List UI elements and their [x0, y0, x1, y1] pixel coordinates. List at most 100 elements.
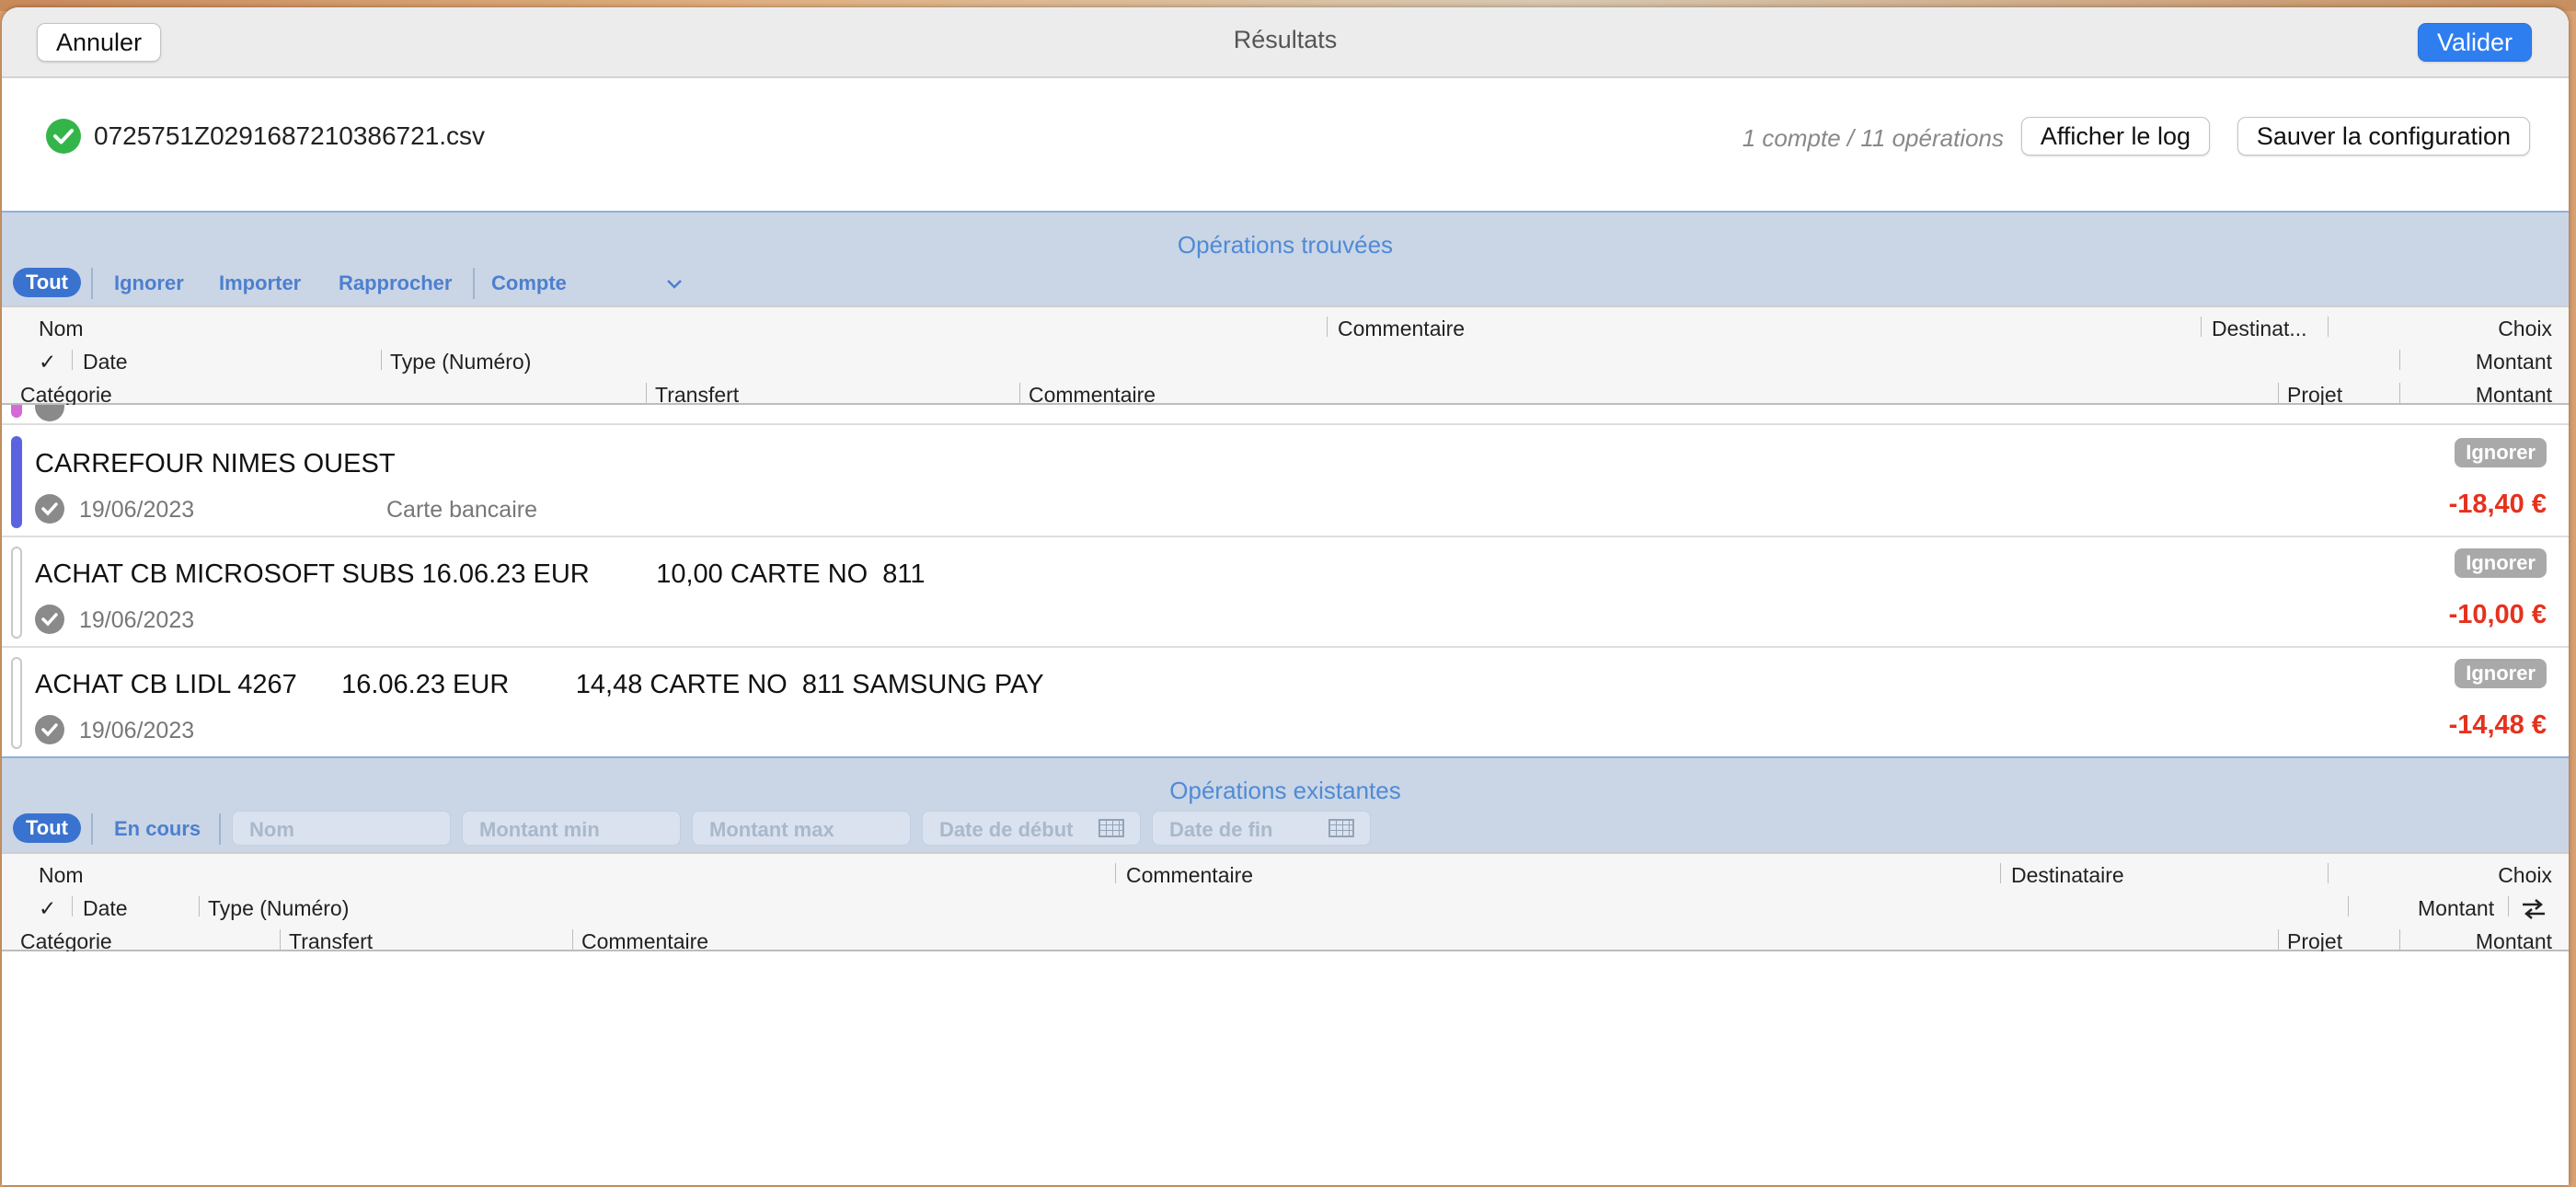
operation-amount: -18,40 € — [2448, 490, 2547, 519]
col-name[interactable]: Nom — [39, 863, 84, 888]
row-marker — [11, 405, 22, 418]
existing-section-title: Opérations existantes — [2, 756, 2569, 813]
check-icon[interactable] — [35, 715, 64, 744]
col-name[interactable]: Nom — [39, 317, 84, 341]
col-choice[interactable]: Choix — [2498, 863, 2552, 888]
separator — [2399, 383, 2400, 403]
calendar-icon[interactable] — [1328, 819, 1354, 837]
table-row[interactable]: ACHAT CB MICROSOFT SUBS 16.06.23 EUR 10,… — [2, 537, 2569, 648]
col-amount[interactable]: Montant — [2418, 896, 2494, 921]
separator — [72, 350, 73, 370]
filter-import[interactable]: Importer — [219, 271, 301, 295]
separator — [91, 813, 93, 845]
col-recipient[interactable]: Destinat... — [2212, 317, 2307, 341]
col-check[interactable]: ✓ — [39, 350, 56, 375]
show-log-button[interactable]: Afficher le log — [2020, 117, 2210, 156]
col-type[interactable]: Type (Numéro) — [208, 896, 349, 921]
account-select[interactable]: Compte — [491, 271, 567, 295]
filter-reconcile[interactable]: Rapprocher — [339, 271, 452, 295]
col-comment[interactable]: Commentaire — [1338, 317, 1465, 341]
separator — [91, 268, 93, 299]
col-recipient[interactable]: Destinataire — [2011, 863, 2124, 888]
separator — [2399, 929, 2400, 950]
col-project[interactable]: Projet — [2287, 929, 2342, 954]
name-search-field[interactable]: Nom — [232, 811, 451, 846]
check-circle-icon — [46, 119, 81, 154]
operation-date: 19/06/2023 — [79, 607, 195, 633]
separator — [219, 813, 221, 845]
separator — [2348, 896, 2349, 916]
filter-all[interactable]: Tout — [13, 268, 81, 297]
col-comment-2[interactable]: Commentaire — [1029, 383, 1156, 408]
separator — [2000, 863, 2001, 883]
filter-pending[interactable]: En cours — [114, 817, 201, 841]
existing-column-headers: Nom Commentaire Destinataire Choix ✓ Dat… — [2, 852, 2569, 954]
chevron-down-icon[interactable] — [666, 279, 683, 290]
col-check[interactable]: ✓ — [39, 896, 56, 921]
choice-badge[interactable]: Ignorer — [2455, 548, 2547, 578]
title-bar: Annuler Résultats Valider — [2, 7, 2569, 78]
file-name: 0725751Z0291687210386721.csv — [94, 121, 486, 150]
row-marker — [11, 436, 22, 528]
separator — [2328, 317, 2329, 337]
operation-date: 19/06/2023 — [79, 497, 195, 523]
separator — [2508, 896, 2509, 916]
row-marker — [11, 657, 22, 749]
col-date[interactable]: Date — [83, 896, 128, 921]
check-icon[interactable] — [35, 605, 64, 634]
separator — [473, 268, 475, 299]
choice-badge[interactable]: Ignorer — [2455, 438, 2547, 467]
operation-name: ACHAT CB MICROSOFT SUBS 16.06.23 EUR 10,… — [35, 559, 926, 589]
found-operations-list[interactable]: CARREFOUR NIMES OUEST 19/06/2023 Carte b… — [2, 405, 2569, 762]
separator — [381, 350, 382, 370]
col-amount-2[interactable]: Montant — [2476, 383, 2552, 408]
filter-all[interactable]: Tout — [13, 813, 81, 843]
row-marker — [11, 547, 22, 639]
separator — [2201, 317, 2202, 337]
col-type[interactable]: Type (Numéro) — [390, 350, 531, 375]
table-row[interactable]: CARREFOUR NIMES OUEST 19/06/2023 Carte b… — [2, 427, 2569, 537]
results-sheet: Annuler Résultats Valider 0725751Z029168… — [2, 7, 2569, 1185]
check-icon[interactable] — [35, 494, 64, 524]
file-row: 0725751Z0291687210386721.csv 1 compte / … — [2, 78, 2569, 218]
col-category[interactable]: Catégorie — [20, 929, 112, 954]
col-transfer[interactable]: Transfert — [655, 383, 739, 408]
col-amount-2[interactable]: Montant — [2476, 929, 2552, 954]
separator — [1019, 383, 1020, 403]
check-icon[interactable] — [35, 405, 64, 421]
separator — [199, 896, 200, 916]
validate-button[interactable]: Valider — [2417, 23, 2532, 62]
choice-badge[interactable]: Ignorer — [2455, 659, 2547, 688]
col-comment-2[interactable]: Commentaire — [581, 929, 708, 954]
table-row[interactable] — [2, 405, 2569, 425]
max-amount-field[interactable]: Montant max — [692, 811, 911, 846]
col-transfer[interactable]: Transfert — [289, 929, 373, 954]
operation-type: Carte bancaire — [386, 497, 537, 523]
col-category[interactable]: Catégorie — [20, 383, 112, 408]
operation-amount: -10,00 € — [2448, 600, 2547, 629]
separator — [646, 383, 647, 403]
operation-name: CARREFOUR NIMES OUEST — [35, 449, 396, 478]
swap-arrows-icon[interactable] — [2519, 898, 2548, 920]
operation-amount: -14,48 € — [2448, 710, 2547, 740]
separator — [2328, 863, 2329, 883]
calendar-icon[interactable] — [1098, 819, 1124, 837]
col-choice[interactable]: Choix — [2498, 317, 2552, 341]
found-column-headers: Nom Commentaire Destinat... Choix ✓ Date… — [2, 305, 2569, 408]
separator — [572, 929, 573, 950]
found-section-title: Opérations trouvées — [2, 211, 2569, 268]
col-comment[interactable]: Commentaire — [1126, 863, 1253, 888]
separator — [280, 929, 281, 950]
filter-ignore[interactable]: Ignorer — [114, 271, 184, 295]
col-amount[interactable]: Montant — [2476, 350, 2552, 375]
separator — [1327, 317, 1328, 337]
window-title: Résultats — [1233, 26, 1338, 53]
min-amount-field[interactable]: Montant min — [462, 811, 681, 846]
table-row[interactable]: ACHAT CB LIDL 4267 16.06.23 EUR 14,48 CA… — [2, 648, 2569, 758]
existing-operations-list[interactable] — [2, 951, 2569, 1185]
separator — [72, 896, 73, 916]
save-config-button[interactable]: Sauver la configuration — [2237, 117, 2530, 156]
separator — [2278, 383, 2279, 403]
col-date[interactable]: Date — [83, 350, 128, 375]
col-project[interactable]: Projet — [2287, 383, 2342, 408]
